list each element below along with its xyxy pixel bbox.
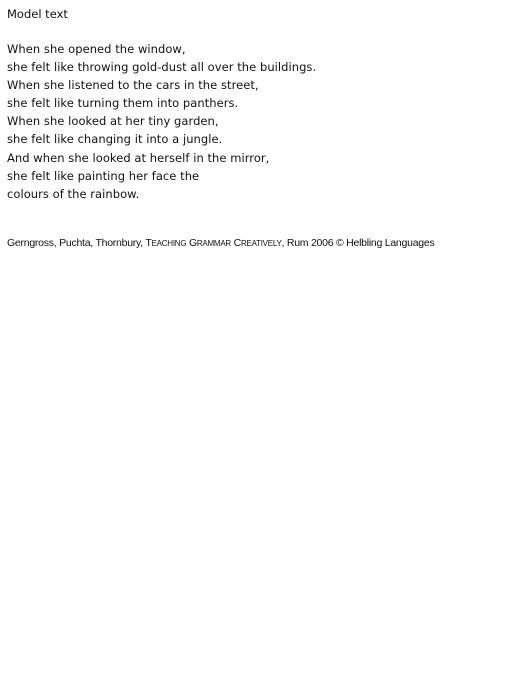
credit-authors: Gerngross, Puchta, Thornbury, xyxy=(7,237,146,249)
document-page: Model text When she opened the window, s… xyxy=(7,6,507,203)
poem-line: When she listened to the cars in the str… xyxy=(7,78,259,93)
poem-line: she felt like turning them into panthers… xyxy=(7,96,239,111)
poem-line: she felt like throwing gold-dust all ove… xyxy=(7,60,317,75)
model-poem: When she opened the window, she felt lik… xyxy=(7,40,507,203)
credit-publisher: , Rum 2006 © Helbling Languages xyxy=(281,237,435,249)
poem-line: When she looked at her tiny garden, xyxy=(7,114,219,129)
poem-line: colours of the rainbow. xyxy=(7,186,140,201)
credit-book-title: TEACHING GRAMMAR CREATIVELY xyxy=(145,237,282,249)
poem-line: she felt like painting her face the xyxy=(7,168,200,183)
poem-line: And when she looked at herself in the mi… xyxy=(7,150,270,165)
section-heading: Model text xyxy=(7,7,68,21)
poem-line: When she opened the window, xyxy=(7,42,186,56)
poem-line: she felt like changing it into a jungle. xyxy=(7,132,223,147)
copyright-credit: Gerngross, Puchta, Thornbury, TEACHING G… xyxy=(7,236,435,251)
